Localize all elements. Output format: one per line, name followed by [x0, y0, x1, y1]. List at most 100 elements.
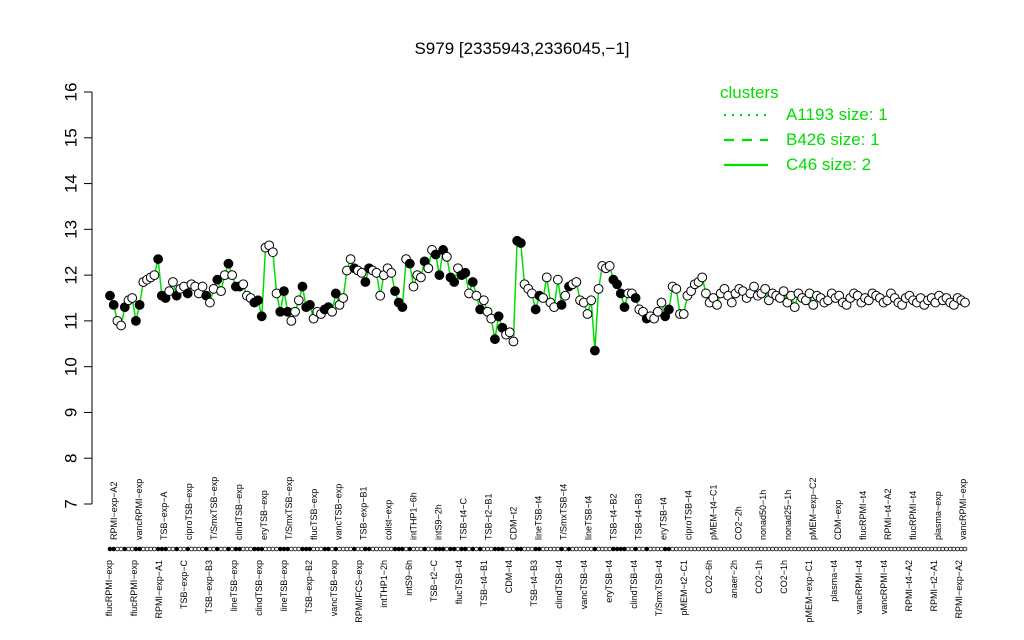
- top-tick-label: nonad50−1h: [758, 490, 768, 540]
- bottom-tick-label: TSB−t2−C: [429, 560, 439, 603]
- top-tick-label: vancRPMI−exp: [134, 479, 144, 540]
- rug-mark: [318, 546, 324, 552]
- top-tick-label: CDM−t2: [509, 507, 519, 540]
- rug-mark: [859, 546, 864, 552]
- y-axis: 7 8 9 10 11 12 13 14 15 16: [61, 83, 93, 509]
- rug-mark: [814, 546, 820, 552]
- top-tick-label: lineTSB−t4: [583, 496, 593, 540]
- bottom-tick-label: lineTSB−exp: [229, 560, 239, 611]
- rug-mark: [477, 546, 483, 552]
- data-point: [182, 288, 193, 299]
- rug-mark: [111, 546, 117, 552]
- rug-mark: [592, 546, 598, 552]
- rug-mark: [500, 546, 505, 552]
- rug-mark: [407, 546, 413, 552]
- rug-mark: [355, 546, 361, 552]
- data-point: [105, 290, 115, 301]
- rug-mark: [229, 546, 235, 552]
- bottom-tick-label: pMEM−exp−C1: [804, 560, 814, 623]
- y-tick-label: 10: [61, 357, 80, 376]
- rug-mark: [733, 546, 738, 552]
- rug-mark: [607, 546, 612, 552]
- rug-mark: [178, 546, 183, 552]
- data-point: [108, 299, 119, 310]
- rug-mark: [455, 546, 461, 552]
- rug-mark: [444, 546, 450, 552]
- rug-mark: [785, 546, 790, 552]
- rug-mark: [215, 546, 220, 552]
- rug-mark: [533, 546, 538, 552]
- data-point: [586, 295, 597, 306]
- rug-mark: [314, 546, 320, 552]
- rug-mark: [329, 546, 335, 552]
- rug-mark: [666, 546, 672, 552]
- rug-mark: [170, 546, 176, 552]
- rug-mark: [566, 546, 572, 552]
- rug-mark: [396, 546, 402, 552]
- rug-mark: [921, 546, 927, 552]
- rug-mark: [740, 546, 746, 552]
- bottom-tick-label: eryTSB−t4: [604, 560, 614, 603]
- top-tick-label: T/SmxTSB−exp: [209, 477, 219, 540]
- rug-mark: [385, 546, 390, 552]
- rug-mark: [803, 546, 809, 552]
- data-point: [449, 277, 460, 287]
- rug-mark: [218, 546, 224, 552]
- rug-mark: [688, 546, 694, 552]
- rug-mark: [518, 546, 524, 552]
- y-tick-label: 15: [61, 128, 80, 147]
- rug-mark: [488, 546, 494, 552]
- rug-mark: [148, 546, 154, 552]
- rug-mark: [392, 546, 398, 552]
- rug-mark: [466, 546, 472, 552]
- data-point: [168, 277, 178, 287]
- rug-mark: [685, 546, 690, 552]
- data-point: [619, 302, 630, 313]
- data-point: [134, 299, 145, 310]
- rug-mark: [474, 546, 479, 552]
- top-tick-label: eryTSB−exp: [259, 490, 269, 540]
- data-point: [408, 281, 419, 292]
- data-point: [593, 283, 604, 294]
- rug-mark: [429, 546, 435, 552]
- rug-mark: [707, 546, 712, 552]
- rug-mark: [451, 546, 457, 552]
- rug-mark: [237, 546, 242, 552]
- top-tick-label: T/SmxTSB−exp: [284, 477, 294, 540]
- rug-mark: [540, 546, 546, 552]
- data-point: [612, 279, 622, 290]
- top-tick-label: TSB−t4−B2: [608, 493, 618, 540]
- data-point: [293, 295, 304, 306]
- rug-mark: [829, 546, 835, 552]
- rug-mark: [836, 546, 842, 552]
- rug-mark: [722, 546, 727, 552]
- rug-mark: [559, 546, 564, 552]
- rug-mark: [907, 546, 912, 552]
- rug-mark: [640, 546, 646, 552]
- bottom-tick-label: RPMI−t4−A2: [904, 560, 914, 612]
- rug-mark: [881, 546, 886, 552]
- rug-mark: [770, 546, 775, 552]
- rug-mark: [936, 546, 942, 552]
- rug-mark: [174, 546, 179, 552]
- data-point: [127, 293, 138, 303]
- rug-mark: [877, 546, 883, 552]
- rug-mark: [847, 546, 853, 552]
- rug-mark: [289, 546, 294, 552]
- rug-mark: [714, 546, 720, 552]
- rug-mark: [185, 546, 191, 552]
- rug-mark: [514, 546, 520, 552]
- bottom-tick-label: RPMI−exp−A2: [954, 560, 964, 619]
- rug-mark: [636, 546, 642, 552]
- data-point: [197, 281, 208, 292]
- rug-mark: [203, 546, 209, 552]
- rug-mark: [644, 546, 649, 552]
- bottom-tick-label: intS9−6h: [404, 560, 414, 596]
- bottom-tick-label: clindTSB−exp: [254, 560, 264, 616]
- rug-mark: [844, 546, 849, 552]
- bottom-tick-label: CO2−1h: [754, 560, 764, 594]
- rug-mark: [581, 546, 587, 552]
- rug-mark: [818, 546, 823, 552]
- rug-mark: [137, 546, 142, 552]
- top-tick-label: T/SmxTSB−t4: [558, 484, 568, 540]
